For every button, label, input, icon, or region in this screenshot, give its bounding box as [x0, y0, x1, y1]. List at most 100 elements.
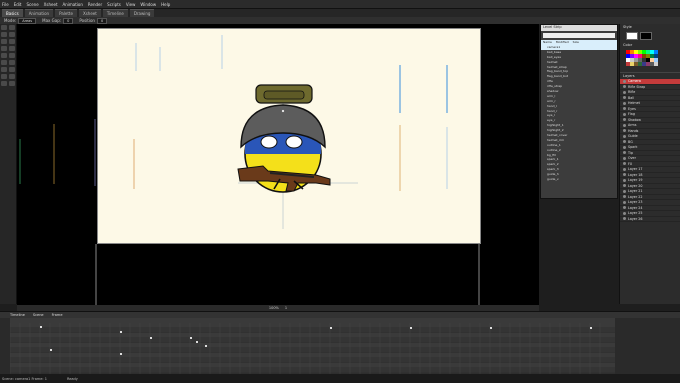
timeline-grid[interactable] [10, 323, 615, 375]
keyframe-marker[interactable] [205, 345, 207, 347]
tool-icon[interactable] [1, 39, 7, 44]
tool-icon[interactable] [9, 39, 15, 44]
timeline-row[interactable] [10, 343, 615, 348]
tool-icon[interactable] [9, 46, 15, 51]
menu-item-render[interactable]: Render [88, 2, 102, 7]
keyframe-marker[interactable] [120, 353, 122, 355]
eye-icon[interactable] [623, 140, 626, 144]
tool-icon[interactable] [9, 25, 15, 30]
tab-xsheet[interactable]: Xsheet [78, 9, 101, 17]
keyframe-marker[interactable] [490, 327, 492, 329]
list-item[interactable]: guide_v [541, 177, 617, 182]
eye-icon[interactable] [623, 129, 626, 133]
tab-timeline[interactable]: Timeline [102, 9, 128, 17]
menu-item-animation[interactable]: Animation [63, 2, 83, 7]
tab-drawing[interactable]: Drawing [129, 9, 155, 17]
menu-item-xsheet[interactable]: Xsheet [44, 2, 58, 7]
tab-animation[interactable]: Animation [24, 9, 54, 17]
keyframe-marker[interactable] [590, 327, 592, 329]
frame-readout[interactable]: 1 [285, 306, 287, 310]
menu-item-window[interactable]: Window [140, 2, 156, 7]
keyframe-marker[interactable] [410, 327, 412, 329]
eye-icon[interactable] [623, 79, 626, 83]
secondary-color-chip[interactable] [640, 32, 652, 40]
timeline-row[interactable] [10, 323, 615, 328]
tab-basics[interactable]: Basics [2, 9, 23, 17]
layer-name: Layer 20 [628, 183, 643, 188]
current-color-chip[interactable] [626, 32, 638, 40]
menu-item-view[interactable]: View [126, 2, 136, 7]
eye-icon[interactable] [623, 217, 626, 221]
tool-icon[interactable] [1, 74, 7, 79]
timeline-row[interactable] [10, 363, 615, 368]
search-input[interactable] [543, 33, 615, 38]
eye-icon[interactable] [623, 195, 626, 199]
camera-frame[interactable] [97, 28, 481, 244]
countryball-character[interactable] [237, 84, 331, 193]
eye-icon[interactable] [623, 211, 626, 215]
keyframe-marker[interactable] [120, 331, 122, 333]
eye-icon[interactable] [623, 112, 626, 116]
timeline-row[interactable] [10, 368, 615, 373]
tool-icon[interactable] [1, 32, 7, 37]
keyframe-marker[interactable] [196, 341, 198, 343]
menu-item-scene[interactable]: Scene [26, 2, 38, 7]
eye-icon[interactable] [623, 151, 626, 155]
tool-icon[interactable] [1, 81, 7, 86]
eye-icon[interactable] [623, 167, 626, 171]
tab-palette[interactable]: Palette [55, 9, 77, 17]
column-header[interactable]: Size [573, 40, 579, 45]
tool-icon[interactable] [9, 32, 15, 37]
menu-item-edit[interactable]: Edit [14, 2, 22, 7]
timeline-row[interactable] [10, 328, 615, 333]
keyframe-marker[interactable] [40, 326, 42, 328]
keyframe-marker[interactable] [330, 327, 332, 329]
eye-icon[interactable] [623, 156, 626, 160]
timeline-row[interactable] [10, 348, 615, 353]
eye-icon[interactable] [623, 96, 626, 100]
menu-item-help[interactable]: Help [161, 2, 170, 7]
position-field[interactable]: 0 [96, 17, 108, 24]
keyframe-marker[interactable] [190, 337, 192, 339]
menu-item-file[interactable]: File [2, 2, 9, 7]
eye-icon[interactable] [623, 145, 626, 149]
eye-icon[interactable] [623, 85, 626, 89]
timeline-row[interactable] [10, 333, 615, 338]
tool-icon[interactable] [1, 25, 7, 30]
tool-icon[interactable] [9, 60, 15, 65]
mode-select[interactable]: Areas [18, 17, 37, 24]
menu-item-scripts[interactable]: Scripts [107, 2, 121, 7]
tool-icon[interactable] [1, 60, 7, 65]
eye-icon[interactable] [623, 90, 626, 94]
tool-icon[interactable] [1, 67, 7, 72]
eye-icon[interactable] [623, 189, 626, 193]
keyframe-marker[interactable] [50, 349, 52, 351]
eye-icon[interactable] [623, 107, 626, 111]
timeline-row[interactable] [10, 353, 615, 358]
eye-icon[interactable] [623, 173, 626, 177]
timeline-row[interactable] [10, 338, 615, 343]
eye-icon[interactable] [623, 206, 626, 210]
layer-row[interactable]: Layer 26 [620, 217, 680, 222]
eye-icon[interactable] [623, 134, 626, 138]
eye-icon[interactable] [623, 178, 626, 182]
zoom-readout[interactable]: 100% [269, 306, 279, 310]
max-gap-field[interactable]: 0 [63, 17, 74, 24]
eye-icon[interactable] [623, 200, 626, 204]
timeline-row[interactable] [10, 358, 615, 363]
scene-viewer[interactable] [17, 24, 539, 305]
keyframe-marker[interactable] [150, 337, 152, 339]
tool-icon[interactable] [9, 53, 15, 58]
tool-icon[interactable] [9, 67, 15, 72]
pivot-handle[interactable] [281, 109, 285, 113]
eye-icon[interactable] [623, 118, 626, 122]
eye-icon[interactable] [623, 123, 626, 127]
color-swatch[interactable] [654, 62, 658, 66]
eye-icon[interactable] [623, 101, 626, 105]
eye-icon[interactable] [623, 184, 626, 188]
tool-icon[interactable] [1, 46, 7, 51]
eye-icon[interactable] [623, 162, 626, 166]
tool-icon[interactable] [1, 53, 7, 58]
tool-icon[interactable] [9, 74, 15, 79]
tool-icon[interactable] [9, 81, 15, 86]
